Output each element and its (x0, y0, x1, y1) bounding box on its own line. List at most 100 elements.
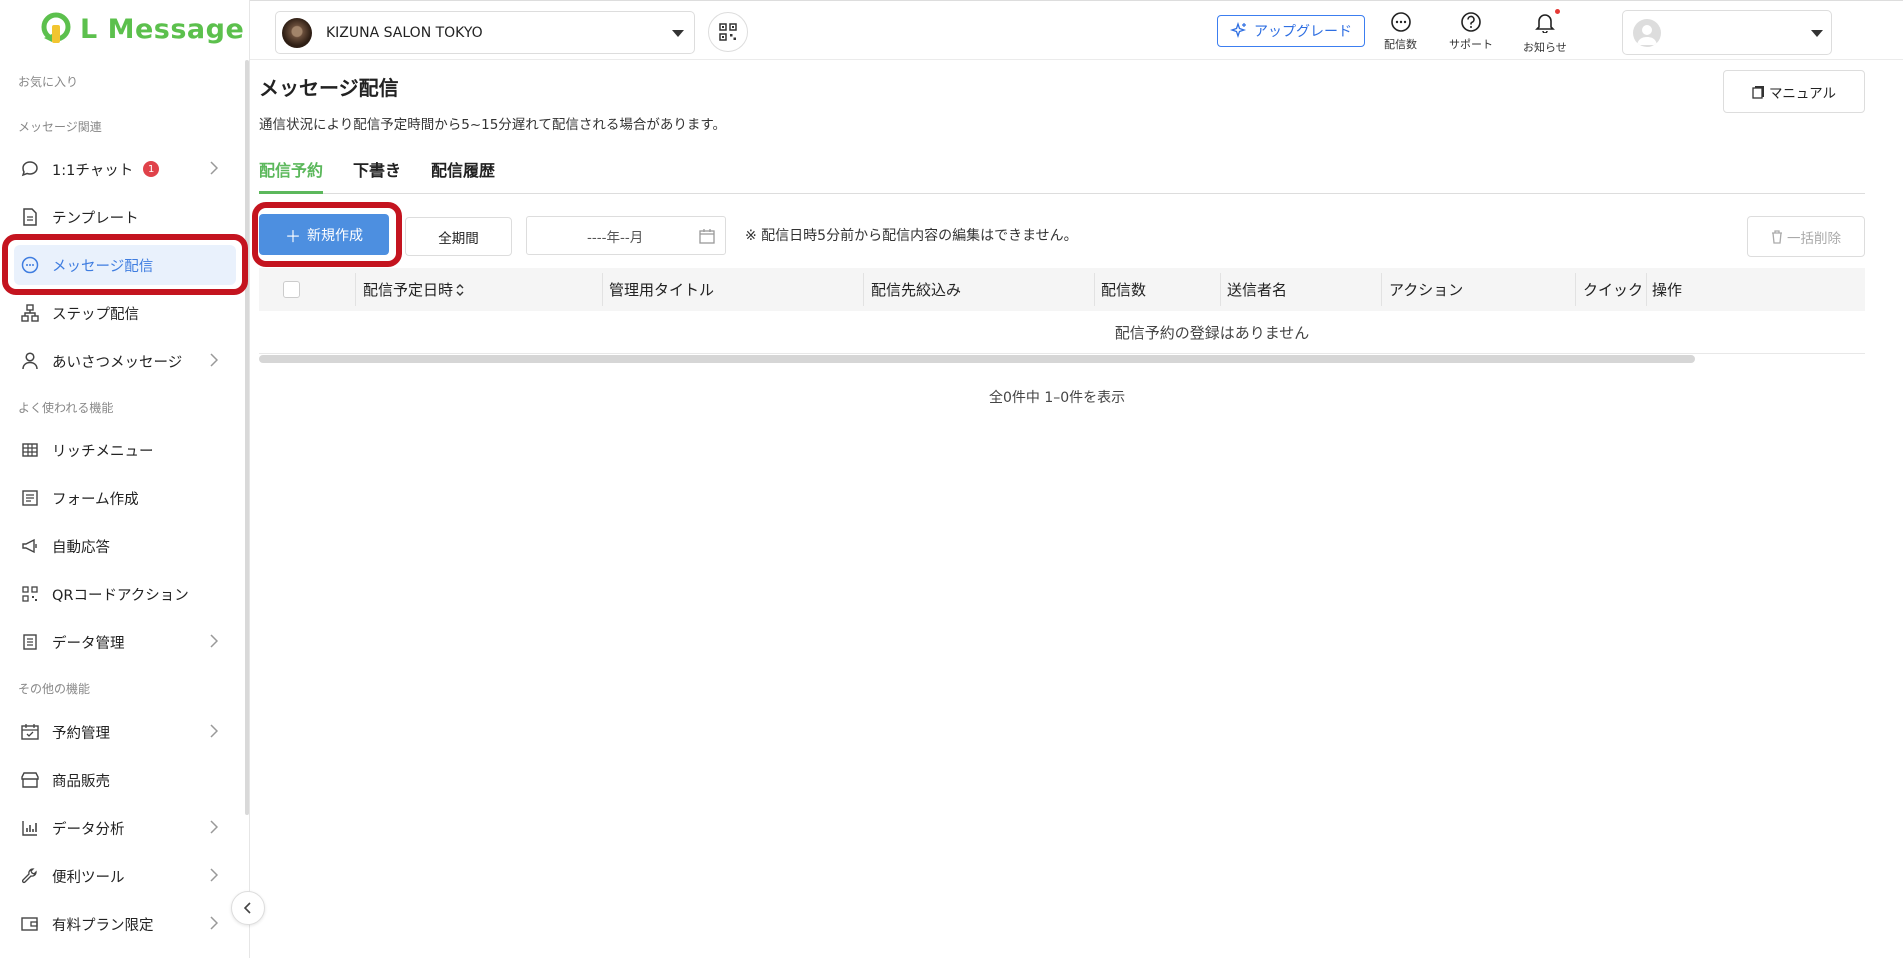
logo[interactable]: L Message (38, 12, 244, 46)
form-icon (20, 488, 40, 508)
section-favorites: お気に入り (18, 75, 79, 89)
sidebar-item-label: あいさつメッセージ (52, 354, 183, 371)
page-title: メッセージ配信 (259, 76, 399, 100)
account-selector[interactable]: KIZUNA SALON TOKYO (275, 11, 695, 54)
shop-icon (20, 770, 40, 790)
tab-drafts[interactable]: 下書き (353, 157, 401, 194)
support-button[interactable]: サポート (1449, 11, 1493, 52)
sidebar-item-auto-reply[interactable]: 自動応答 (14, 526, 236, 566)
delivery-count-button[interactable]: 配信数 (1384, 11, 1417, 52)
tab-scheduled[interactable]: 配信予約 (259, 157, 323, 194)
sidebar-item-chat[interactable]: 1:1チャット 1 (14, 149, 236, 189)
bell-icon (1534, 14, 1555, 34)
sidebar-item-label: フォーム作成 (52, 491, 139, 508)
sidebar-item-label: メッセージ配信 (52, 258, 154, 275)
section-other: その他の機能 (18, 682, 91, 696)
column-header-quick: クイック (1583, 281, 1644, 299)
column-header-delivery-count: 配信数 (1101, 281, 1147, 299)
tab-bar: 配信予約 下書き 配信履歴 (259, 157, 1865, 194)
sidebar-item-step[interactable]: ステップ配信 (14, 293, 236, 333)
sidebar-item-tools[interactable]: 便利ツール (14, 856, 236, 896)
bulk-delete-button[interactable]: 一括削除 (1747, 216, 1865, 257)
sidebar-item-label: 便利ツール (52, 869, 125, 886)
app-root: L Message お気に入り メッセージ関連 1:1チャット 1 テンプレート… (0, 0, 1903, 958)
sidebar-item-product-sales[interactable]: 商品販売 (14, 760, 236, 800)
upgrade-button[interactable]: アップグレード (1217, 15, 1365, 47)
chevron-right-icon (210, 820, 219, 838)
manual-button[interactable]: マニュアル (1723, 70, 1865, 113)
select-all-checkbox[interactable] (283, 281, 300, 298)
pagination-summary: 全0件中 1–0件を表示 (989, 390, 1126, 406)
sidebar-item-label: テンプレート (52, 210, 139, 227)
chevron-right-icon (210, 868, 219, 886)
top-header: KIZUNA SALON TOKYO アップグレード 配信数 サポート お知らせ (250, 0, 1903, 60)
caret-down-icon (1811, 30, 1823, 37)
table-header: 配信予定日時 管理用タイトル 配信先絞込み 配信数 送信者名 アクション クイッ… (259, 268, 1865, 311)
chevron-right-icon (210, 634, 219, 652)
sidebar-item-greeting[interactable]: あいさつメッセージ (14, 341, 236, 381)
section-message-related: メッセージ関連 (18, 120, 102, 134)
sidebar-item-form[interactable]: フォーム作成 (14, 478, 236, 518)
sidebar-collapse-button[interactable] (231, 891, 265, 925)
column-header-operations: 操作 (1652, 281, 1683, 299)
sidebar-item-label: ステップ配信 (52, 306, 139, 323)
grid-icon (20, 440, 40, 460)
empty-table-message: 配信予約の登録はありません (259, 311, 1865, 354)
edit-restriction-note: ※ 配信日時5分前から配信内容の編集はできません。 (745, 228, 1078, 244)
sidebar-item-rich-menu[interactable]: リッチメニュー (14, 430, 236, 470)
calendar-check-icon (20, 722, 40, 742)
bar-chart-icon (20, 818, 40, 838)
list-icon (20, 632, 40, 652)
logo-text: L Message (80, 13, 245, 45)
user-icon (20, 351, 40, 371)
sidebar-item-paid-plan[interactable]: 有料プラン限定 (14, 904, 236, 944)
chevron-right-icon (210, 724, 219, 742)
table-horizontal-scrollbar[interactable] (259, 355, 1695, 363)
tab-history[interactable]: 配信履歴 (431, 157, 495, 194)
question-icon (1461, 12, 1481, 32)
sidebar-item-template[interactable]: テンプレート (14, 197, 236, 237)
message-dots-icon (20, 255, 40, 275)
delivery-delay-notice: 通信状況により配信予定時間から5~15分遅れて配信される場合があります。 (259, 117, 727, 133)
sidebar-item-label: 有料プラン限定 (52, 917, 154, 934)
logo-icon (38, 12, 74, 46)
sidebar-item-analytics[interactable]: データ分析 (14, 808, 236, 848)
column-header-sender-name: 送信者名 (1227, 281, 1288, 299)
sidebar-item-qr-action[interactable]: QRコードアクション (14, 574, 236, 614)
upgrade-label: アップグレード (1254, 24, 1352, 40)
calendar-icon[interactable] (699, 228, 715, 248)
sidebar-item-label: 予約管理 (52, 725, 110, 742)
sidebar-item-label: リッチメニュー (52, 443, 154, 460)
account-avatar (282, 17, 312, 48)
sidebar-item-message-broadcast[interactable]: メッセージ配信 (14, 245, 236, 285)
manual-label: マニュアル (1768, 85, 1837, 102)
new-create-label: 新規作成 (307, 227, 363, 244)
month-picker-input[interactable]: ----年--月 (526, 216, 726, 255)
new-create-button[interactable]: ＋ 新規作成 (259, 214, 389, 255)
user-menu[interactable] (1622, 10, 1832, 55)
sparkle-icon (1230, 22, 1247, 39)
notifications-button[interactable]: お知らせ (1523, 9, 1567, 55)
column-header-scheduled-date[interactable]: 配信予定日時 (363, 268, 465, 311)
chevron-right-icon (210, 916, 219, 934)
megaphone-icon (20, 536, 40, 556)
sidebar-item-reservation[interactable]: 予約管理 (14, 712, 236, 752)
caret-down-icon (672, 30, 684, 37)
qr-code-icon (20, 584, 40, 604)
trash-icon (1772, 229, 1782, 244)
scheduled-table: 配信予定日時 管理用タイトル 配信先絞込み 配信数 送信者名 アクション クイッ… (259, 268, 1865, 363)
delivery-count-label: 配信数 (1384, 38, 1417, 51)
qr-code-button[interactable] (708, 12, 748, 52)
column-header-admin-title: 管理用タイトル (609, 281, 715, 299)
all-period-button[interactable]: 全期間 (405, 217, 512, 256)
notification-dot (1554, 9, 1560, 14)
sidebar-scrollbar[interactable] (245, 60, 249, 815)
notifications-label: お知らせ (1523, 41, 1567, 54)
column-header-action: アクション (1389, 281, 1464, 299)
sidebar-item-data-management[interactable]: データ管理 (14, 622, 236, 662)
wrench-icon (20, 866, 40, 886)
column-header-target-filter: 配信先絞込み (871, 281, 962, 299)
sidebar-item-label: データ分析 (52, 821, 125, 838)
document-icon (20, 207, 40, 227)
user-avatar-icon (1633, 19, 1661, 47)
